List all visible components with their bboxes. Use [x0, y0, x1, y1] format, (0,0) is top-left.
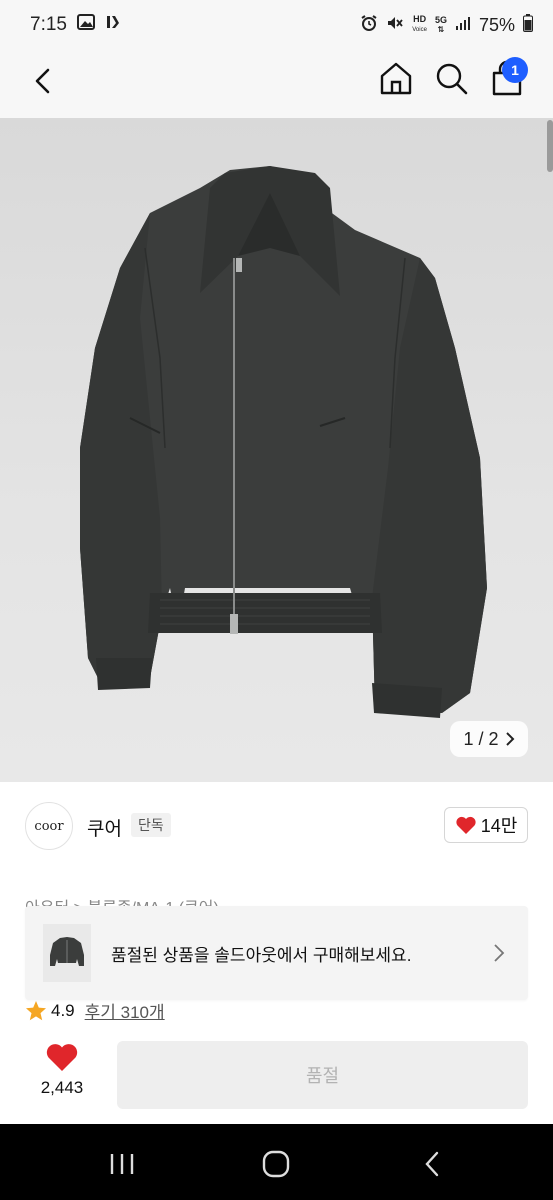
system-home-button[interactable] — [262, 1150, 290, 1183]
soldout-banner[interactable]: 품절된 상품을 솔드아웃에서 구매해보세요. — [25, 906, 528, 1000]
signal-icon — [455, 15, 471, 36]
back-button[interactable] — [26, 62, 66, 102]
jacket-product-image — [80, 166, 487, 718]
wishlist-button[interactable]: 2,443 — [25, 1042, 99, 1098]
system-nav-bar — [0, 1124, 553, 1200]
home-icon — [380, 62, 412, 95]
wishlist-count: 2,443 — [40, 1078, 84, 1097]
chevron-right-icon — [494, 944, 505, 962]
chevron-left-icon — [35, 68, 50, 94]
review-count-link[interactable]: 후기 310개 — [85, 998, 165, 1023]
recent-apps-button[interactable] — [108, 1152, 136, 1181]
exclusive-badge: 단독 — [131, 813, 171, 837]
battery-icon — [523, 13, 533, 37]
network-indicator: 5G ⇅ — [434, 15, 447, 35]
soldout-banner-text: 품절된 상품을 솔드아웃에서 구매해보세요. — [111, 945, 412, 965]
status-time: 7:15 — [30, 14, 67, 35]
system-back-button[interactable] — [422, 1150, 442, 1183]
soldout-button[interactable]: 품절 — [117, 1041, 528, 1109]
status-bar: 7:15 HD Voice 5G ⇅ 75% — [0, 0, 553, 50]
rating-score: 4.9 — [51, 1000, 75, 1020]
image-counter-label: 1 / 2 — [463, 728, 499, 749]
home-circle-icon — [262, 1150, 290, 1178]
chevron-right-icon — [505, 732, 514, 746]
alarm-icon — [360, 14, 378, 37]
mute-icon — [386, 14, 404, 37]
volte-indicator: HD Voice — [412, 14, 427, 34]
star-icon — [26, 1000, 46, 1020]
app-notification-icon — [105, 13, 123, 37]
battery-percent: 75% — [478, 14, 515, 35]
image-counter[interactable]: 1 / 2 — [450, 721, 528, 757]
home-button[interactable] — [378, 60, 414, 96]
brand-row: coor 쿠어 단독 14만 — [0, 782, 553, 870]
heart-icon — [456, 816, 476, 834]
brand-like-button[interactable]: 14만 — [444, 807, 528, 843]
product-image-carousel[interactable] — [0, 118, 553, 782]
back-arrow-icon — [425, 1151, 439, 1177]
scroll-indicator[interactable] — [547, 120, 553, 172]
search-button[interactable] — [434, 60, 470, 96]
recent-apps-icon — [110, 1154, 134, 1174]
brand-like-count: 14만 — [480, 816, 518, 836]
rating-row: 4.9 후기 310개 — [25, 998, 165, 1023]
gallery-icon — [76, 14, 95, 36]
search-icon — [436, 63, 468, 95]
banner-product-thumbnail — [43, 924, 91, 982]
jacket-thumbnail-icon — [50, 937, 84, 966]
purchase-action-bar: 2,443 품절 — [0, 1028, 553, 1124]
heart-icon — [46, 1044, 78, 1071]
brand-logo[interactable]: coor — [25, 802, 73, 850]
cart-count-badge: 1 — [502, 57, 528, 83]
brand-name[interactable]: 쿠어 — [87, 814, 122, 841]
top-nav — [0, 50, 553, 118]
